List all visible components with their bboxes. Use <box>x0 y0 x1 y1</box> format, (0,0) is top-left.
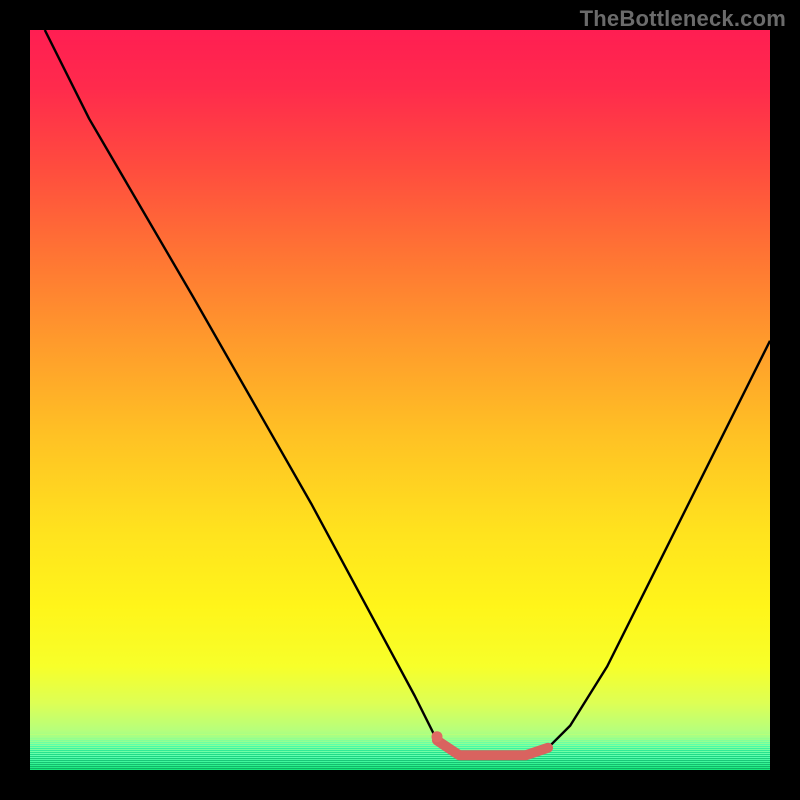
optimal-range-highlight <box>437 740 548 755</box>
bottleneck-curve <box>45 30 770 755</box>
plot-area <box>30 30 770 770</box>
chart-frame: TheBottleneck.com <box>0 0 800 800</box>
watermark-text: TheBottleneck.com <box>580 6 786 32</box>
bottleneck-chart <box>30 30 770 770</box>
marker-dot <box>432 731 443 742</box>
